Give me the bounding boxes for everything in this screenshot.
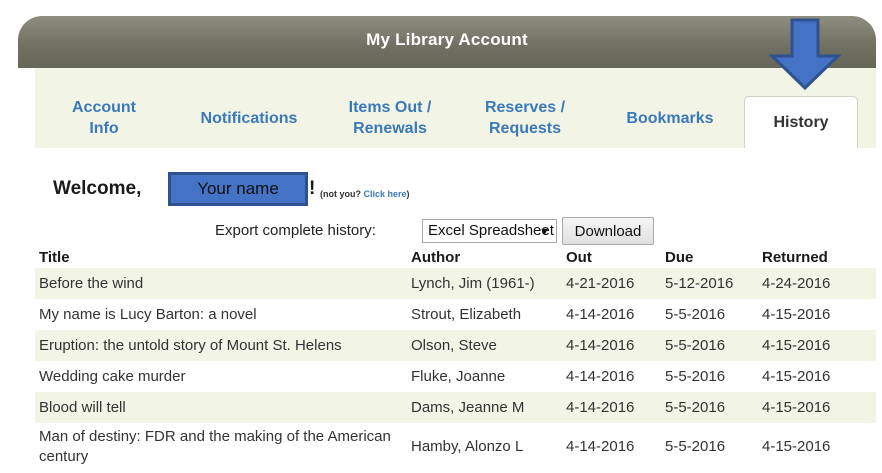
export-selected-value: Excel Spreadsheet (428, 222, 554, 239)
table-row: Before the wind Lynch, Jim (1961-) 4-21-… (35, 268, 876, 299)
tab-items-out-renewals[interactable]: Items Out / Renewals (325, 88, 455, 148)
table-header-row: Title Author Out Due Returned (35, 246, 876, 268)
cell-author: Dams, Jeanne M (407, 392, 562, 423)
cell-returned: 4-15-2016 (758, 392, 876, 423)
tab-label: Requests (488, 120, 562, 137)
arrow-down-icon (768, 18, 842, 90)
cell-returned: 4-24-2016 (758, 268, 876, 299)
cell-due: 5-5-2016 (665, 306, 726, 323)
tab-label: History (773, 114, 829, 131)
cell-title: Wedding cake murder (39, 368, 186, 385)
dropdown-arrow-icon: ▼ (539, 226, 550, 238)
cell-returned: 4-15-2016 (762, 306, 831, 323)
content-area: Account Info Notifications Items Out / Ren… (35, 68, 876, 473)
not-you-close: ) (406, 189, 410, 199)
export-format-select[interactable]: Excel Spreadsheet ▼ (422, 219, 557, 243)
tab-label: Info (89, 120, 119, 137)
tab-label: Notifications (200, 109, 298, 127)
column-header-returned: Returned (762, 248, 828, 266)
page-title: My Library Account (18, 16, 876, 68)
tab-history[interactable]: History (744, 96, 858, 148)
library-account-panel: My Library Account Account Info Notificat… (18, 16, 876, 473)
cell-returned: 4-15-2016 (762, 438, 831, 455)
tab-bar: Account Info Notifications Items Out / Ren… (35, 68, 876, 148)
table-row: My name is Lucy Barton: a novel Strout, … (35, 299, 876, 330)
tab-label: Account (72, 99, 136, 116)
cell-out: 4-14-2016 (562, 330, 661, 361)
table-row: Man of destiny: FDR and the making of th… (35, 423, 876, 471)
tab-notifications[interactable]: Notifications (173, 88, 325, 148)
column-header-due: Due (665, 248, 694, 266)
tab-reserves-requests[interactable]: Reserves / Requests (455, 88, 595, 148)
column-header-author: Author (411, 248, 461, 266)
cell-due: 5-12-2016 (661, 268, 758, 299)
cell-due: 5-5-2016 (665, 368, 726, 385)
table-row: Blood will tell Dams, Jeanne M 4-14-2016… (35, 392, 876, 423)
column-header-title: Title (39, 248, 70, 266)
click-here-link[interactable]: Click here (364, 189, 407, 199)
cell-author: Hamby, Alonzo L (411, 438, 524, 455)
cell-title: My name is Lucy Barton: a novel (39, 306, 257, 323)
cell-out: 4-14-2016 (566, 306, 635, 323)
tab-label: Reserves / (484, 99, 566, 116)
cell-out: 4-14-2016 (566, 438, 635, 455)
tab-bookmarks[interactable]: Bookmarks (595, 88, 745, 148)
cell-out: 4-14-2016 (562, 392, 661, 423)
tab-label: Bookmarks (626, 109, 714, 127)
cell-title: Eruption: the untold story of Mount St. … (35, 330, 407, 361)
cell-author: Lynch, Jim (1961-) (407, 268, 562, 299)
cell-out: 4-21-2016 (562, 268, 661, 299)
cell-title: Man of destiny: FDR and the making of th… (39, 428, 391, 465)
cell-author: Strout, Elizabeth (411, 306, 522, 323)
cell-returned: 4-15-2016 (758, 330, 876, 361)
cell-title: Blood will tell (35, 392, 407, 423)
tab-label: Items Out / (348, 99, 432, 116)
cell-author: Fluke, Joanne (411, 368, 506, 385)
table-row: Eruption: the untold story of Mount St. … (35, 330, 876, 361)
cell-title: Before the wind (35, 268, 407, 299)
not-you-label: (not you? (320, 189, 361, 199)
tab-label: Renewals (353, 120, 427, 137)
history-table: Title Author Out Due Returned Before the… (35, 246, 876, 471)
download-button[interactable]: Download (562, 217, 654, 245)
cell-due: 5-5-2016 (661, 392, 758, 423)
export-label: Export complete history: (215, 222, 376, 239)
welcome-exclamation: ! (309, 178, 316, 199)
cell-due: 5-5-2016 (665, 438, 726, 455)
not-you-text: (not you? Click here) (320, 189, 410, 199)
name-redaction-box: Your name (168, 172, 308, 206)
welcome-text: Welcome, (53, 178, 142, 199)
table-row: Wedding cake murder Fluke, Joanne 4-14-2… (35, 361, 876, 392)
cell-out: 4-14-2016 (566, 368, 635, 385)
tab-account-info[interactable]: Account Info (35, 88, 173, 148)
cell-due: 5-5-2016 (661, 330, 758, 361)
cell-returned: 4-15-2016 (762, 368, 831, 385)
column-header-out: Out (566, 248, 592, 266)
cell-author: Olson, Steve (407, 330, 562, 361)
